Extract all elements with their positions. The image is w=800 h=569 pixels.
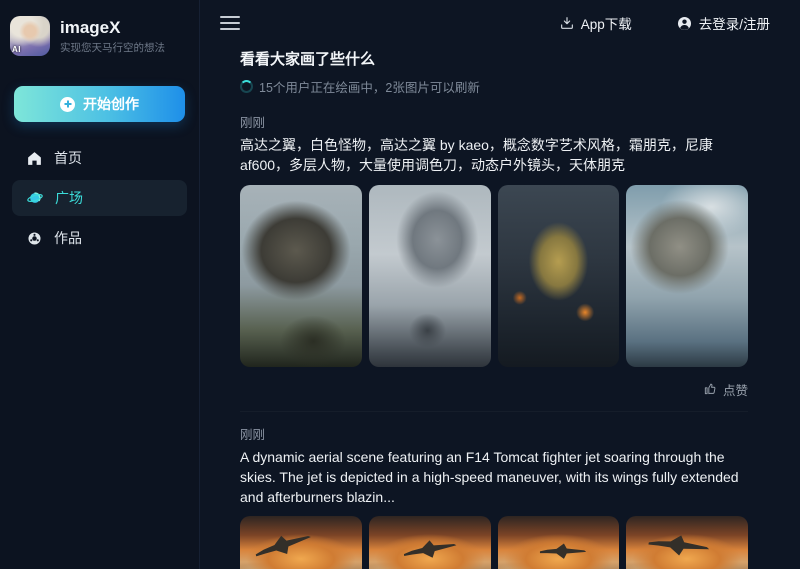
feed-post: 刚刚 高达之翼，白色怪物，高达之翼 by kaeo，概念数字艺术风格，霜朋克，尼…: [240, 112, 748, 399]
sidebar-item-label: 广场: [55, 188, 83, 208]
sidebar-item-label: 作品: [54, 228, 82, 248]
thumbs-up-icon: [703, 382, 717, 396]
app-download-label: App下载: [581, 13, 632, 33]
feed-post: 刚刚 A dynamic aerial scene featuring an F…: [240, 411, 748, 569]
works-icon: [26, 230, 43, 247]
post-timestamp: 刚刚: [240, 112, 748, 131]
home-icon: [26, 150, 43, 167]
generated-image[interactable]: [626, 185, 748, 367]
sidebar-item-works[interactable]: 作品: [12, 220, 187, 256]
sidebar-item-home[interactable]: 首页: [12, 140, 187, 176]
planet-icon: [26, 189, 44, 207]
post-image-grid: [240, 516, 748, 569]
app-name: imageX: [60, 18, 165, 38]
generated-image[interactable]: [626, 516, 748, 569]
post-timestamp: 刚刚: [240, 424, 748, 443]
sidebar-item-square[interactable]: 广场: [12, 180, 187, 216]
login-register-button[interactable]: 去登录/注册: [676, 13, 770, 33]
post-prompt: A dynamic aerial scene featuring an F14 …: [240, 448, 748, 508]
generated-image[interactable]: [369, 185, 491, 367]
app-logo-avatar: AI: [10, 16, 50, 56]
app-download-button[interactable]: App下载: [559, 13, 632, 33]
topbar: App下载 去登录/注册: [200, 0, 800, 46]
sidebar-item-label: 首页: [54, 148, 82, 168]
post-prompt: 高达之翼，白色怪物，高达之翼 by kaeo，概念数字艺术风格，霜朋克，尼康 a…: [240, 136, 748, 176]
page-title: 看看大家画了些什么: [240, 48, 748, 69]
generated-image[interactable]: [369, 516, 491, 569]
feed: 看看大家画了些什么 15个用户正在绘画中，2张图片可以刷新 刚刚 高达之翼，白色…: [200, 46, 800, 569]
sidebar: AI imageX 实现您天马行空的想法 开始创作 首页 广场: [0, 0, 200, 569]
generated-image[interactable]: [498, 185, 620, 367]
like-label: 点赞: [723, 380, 748, 399]
like-button[interactable]: 点赞: [240, 380, 748, 399]
plus-circle-icon: [60, 97, 75, 112]
login-register-label: 去登录/注册: [699, 13, 770, 33]
loading-spinner-icon: [240, 80, 253, 93]
download-icon: [559, 15, 575, 31]
menu-icon[interactable]: [220, 16, 240, 30]
sidebar-nav: 首页 广场 作品: [0, 140, 199, 256]
generated-image[interactable]: [240, 185, 362, 367]
start-create-button[interactable]: 开始创作: [14, 86, 185, 122]
user-icon: [676, 15, 693, 32]
brand: AI imageX 实现您天马行空的想法: [0, 10, 199, 60]
main-area: App下载 去登录/注册 看看大家画了些什么 15个用户正在绘画中，2张图片可以…: [200, 0, 800, 569]
start-create-label: 开始创作: [83, 94, 139, 114]
app-tagline: 实现您天马行空的想法: [60, 40, 165, 55]
status-text: 15个用户正在绘画中，2张图片可以刷新: [259, 77, 480, 96]
generated-image[interactable]: [498, 516, 620, 569]
status-row: 15个用户正在绘画中，2张图片可以刷新: [240, 77, 748, 96]
post-image-grid: [240, 185, 748, 367]
ai-badge: AI: [12, 45, 21, 54]
generated-image[interactable]: [240, 516, 362, 569]
